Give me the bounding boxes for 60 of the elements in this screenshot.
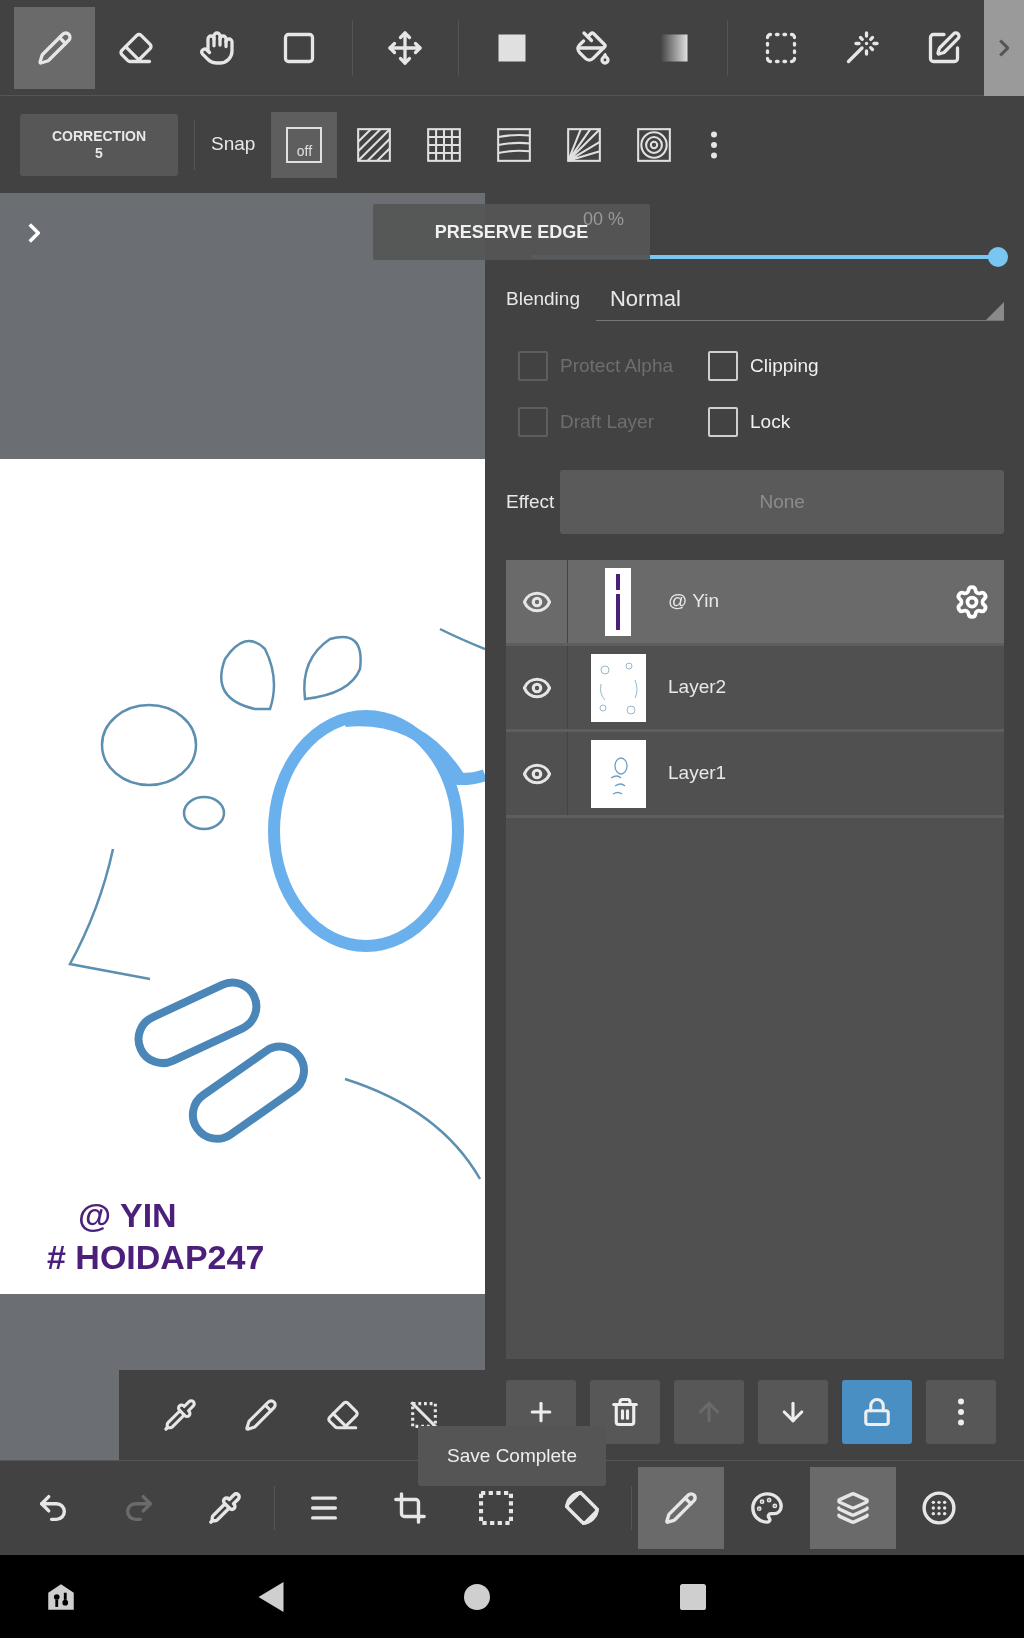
layers-icon <box>836 1491 870 1525</box>
correction-button[interactable]: CORRECTION 5 <box>20 113 178 176</box>
snap-label: Snap <box>211 132 256 157</box>
settings-icon[interactable] <box>954 583 990 620</box>
back-icon[interactable] <box>258 1581 284 1612</box>
radial-lines-icon <box>565 125 604 164</box>
chevron-right-icon <box>999 38 1010 57</box>
slider-thumb[interactable] <box>988 247 1008 267</box>
pen-icon <box>664 1491 698 1525</box>
trash-icon <box>610 1396 640 1427</box>
eyedropper-icon <box>208 1491 242 1525</box>
curved-lines-icon <box>495 125 534 164</box>
layer-row[interactable]: @ Yin <box>506 560 1004 646</box>
lock-icon <box>862 1396 892 1427</box>
more-icon[interactable] <box>711 130 718 159</box>
artwork-text: # HOIDAP247 <box>47 1238 265 1276</box>
dropdown-corner-icon <box>986 302 1004 320</box>
dashed-square-icon <box>479 1491 513 1525</box>
effect-label: Effect <box>506 489 555 514</box>
layer-thumbnail <box>605 567 631 636</box>
move-icon <box>387 29 424 66</box>
transform-icon <box>393 1491 427 1525</box>
toolbar-button[interactable] <box>638 1467 724 1549</box>
artwork-text: @ YIN <box>78 1196 177 1234</box>
layer-row[interactable]: Layer2 <box>506 646 1004 732</box>
palette-icon <box>750 1491 784 1525</box>
home-icon[interactable] <box>464 1583 490 1610</box>
layer-action-button[interactable] <box>758 1379 828 1444</box>
snap-off-icon: off <box>286 126 323 163</box>
more-icon <box>958 1397 964 1426</box>
layer-name: Layer1 <box>668 761 728 786</box>
eraser-icon[interactable] <box>325 1398 360 1432</box>
toast: Save Complete <box>418 1426 606 1486</box>
option-checkbox[interactable]: Clipping <box>708 349 1004 383</box>
blending-dropdown[interactable]: Normal <box>595 277 1004 321</box>
option-checkbox[interactable]: Lock <box>708 405 1004 439</box>
tool-button[interactable] <box>14 6 96 89</box>
parallel-lines-icon <box>355 125 394 164</box>
snap-button[interactable]: off <box>271 111 338 178</box>
recents-icon[interactable] <box>680 1583 706 1610</box>
pen-icon <box>36 29 73 66</box>
layer-thumbnail <box>590 739 646 808</box>
dotted-circle-icon <box>922 1491 956 1525</box>
layer-name: Layer2 <box>668 675 728 700</box>
grid-icon <box>425 125 464 164</box>
chevron-right-icon[interactable] <box>28 223 40 243</box>
paint-bucket-icon <box>575 29 612 66</box>
layer-action-button[interactable] <box>842 1379 912 1444</box>
layer-name: @ Yin <box>668 589 720 614</box>
magic-wand-icon <box>844 29 881 66</box>
layer-thumbnail <box>590 653 646 722</box>
blending-label: Blending <box>506 286 580 311</box>
toolbar-button[interactable] <box>810 1467 896 1549</box>
hand-icon <box>199 29 236 66</box>
pen-icon[interactable] <box>244 1398 279 1432</box>
concentric-circles-icon <box>635 125 674 164</box>
eyedropper-icon[interactable] <box>162 1398 197 1432</box>
layer-action-button[interactable] <box>590 1379 660 1444</box>
layer-row[interactable]: Layer1 <box>506 732 1004 818</box>
rotate-icon <box>565 1491 599 1525</box>
